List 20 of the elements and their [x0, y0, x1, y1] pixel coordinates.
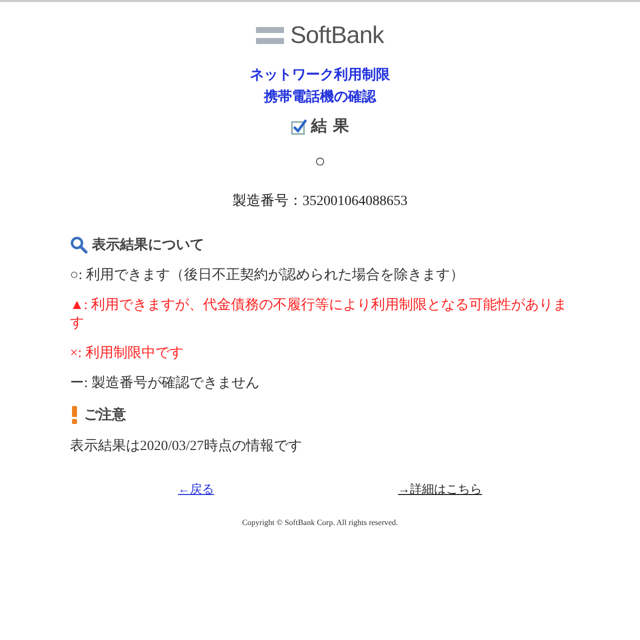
- legend-text: ○: 利用できます（後日不正契約が認められた場合を除きます）: [70, 266, 465, 284]
- checkbox-icon: [291, 118, 308, 134]
- legend-text: ー: 製造番号が確認できません: [70, 374, 260, 392]
- notice-text: 表示結果は2020/03/27時点の情報です: [70, 438, 303, 455]
- exclamation-icon: [70, 406, 80, 424]
- page-title: ネットワーク利用制限: [250, 66, 390, 84]
- legend-text: ×: 利用制限中です: [70, 344, 184, 362]
- link[interactable]: →詳細はこちら: [398, 481, 482, 498]
- page-title: 携帯電話機の確認: [264, 88, 376, 106]
- serial-number: 製造番号：352001064088653: [232, 192, 408, 210]
- logo-bars-icon: [256, 26, 284, 46]
- logo-text: SoftBank: [290, 22, 384, 50]
- legend-text: ▲: 利用できますが、代金債務の不履行等により利用制限となる可能性があります: [70, 296, 568, 332]
- search-icon: [70, 236, 88, 254]
- section-heading: 表示結果について: [92, 236, 204, 254]
- result-heading: 結 果: [311, 116, 349, 137]
- section-heading: ご注意: [84, 406, 126, 424]
- result-symbol: ○: [314, 151, 326, 172]
- copyright-text: Copyright © SoftBank Corp. All rights reserved.: [241, 518, 399, 527]
- link[interactable]: ←戻る: [178, 481, 214, 498]
